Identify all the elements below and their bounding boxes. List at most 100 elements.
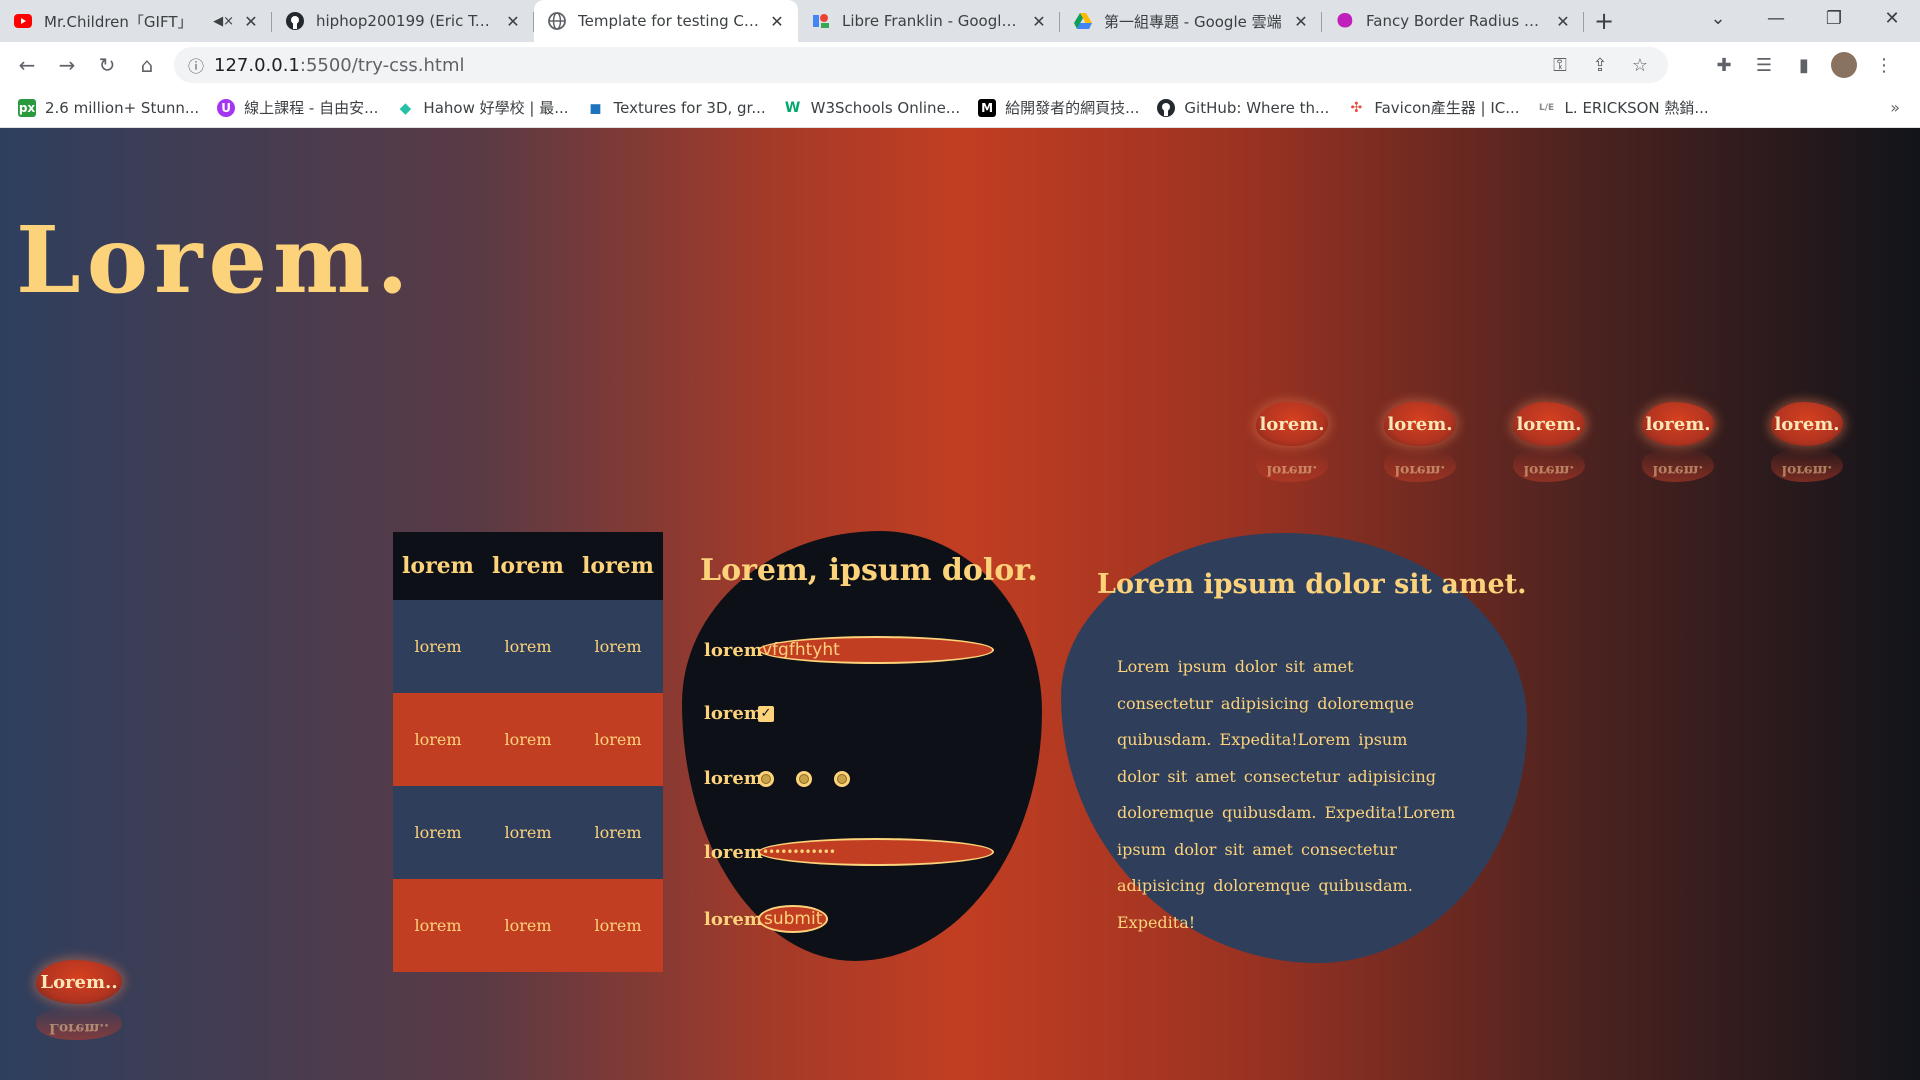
radio-button[interactable] <box>796 770 812 787</box>
checkbox-label: lorem <box>704 703 763 724</box>
minimize-button[interactable]: — <box>1748 0 1804 36</box>
pill-button[interactable]: lorem. <box>1642 402 1714 446</box>
table-cell: lorem <box>393 879 483 972</box>
tab-github[interactable]: hiphop200199 (Eric Tsai) ✕ <box>272 0 534 42</box>
mdn-icon: M <box>978 98 997 117</box>
lorem-table: lorem lorem lorem lorem lorem lorem lore… <box>393 532 663 972</box>
bookmark-item[interactable]: px 2.6 million+ Stunn... <box>18 98 199 117</box>
avatar[interactable] <box>1831 52 1857 78</box>
table-row: lorem lorem lorem <box>393 693 663 786</box>
pill-button[interactable]: Lorem.. <box>36 960 122 1004</box>
text-input[interactable]: vfgfhtyht <box>758 636 994 664</box>
bookmark-item[interactable]: ◼ Textures for 3D, gr... <box>587 99 765 117</box>
tab-search-icon[interactable]: ⌄ <box>1690 0 1746 36</box>
bookmark-item[interactable]: W W3Schools Online... <box>784 99 960 117</box>
reload-icon[interactable]: ↻ <box>87 45 127 85</box>
pill-reflection: lorem. <box>1771 448 1843 482</box>
close-icon[interactable]: ✕ <box>504 12 522 31</box>
tab-title: 第一組專題 - Google 雲端 <box>1104 12 1282 31</box>
close-icon[interactable]: ✕ <box>1292 12 1310 31</box>
home-icon[interactable]: ⌂ <box>127 45 167 85</box>
pill-reflection: lorem. <box>1642 448 1714 482</box>
table-cell: lorem <box>573 786 663 879</box>
side-panel-icon[interactable]: ▮ <box>1784 45 1824 85</box>
bookmark-item[interactable]: ◆ Hahow 好學校 | 最... <box>396 97 569 118</box>
close-icon[interactable]: ✕ <box>1554 12 1572 31</box>
w3schools-icon: W <box>784 99 801 116</box>
back-arrow-icon[interactable]: ← <box>7 45 47 85</box>
bookmark-label: GitHub: Where th... <box>1184 98 1330 117</box>
bookmark-item[interactable]: M 給開發者的網頁技... <box>978 97 1139 118</box>
password-input[interactable]: •••••••••••• <box>758 838 994 866</box>
pill-item[interactable]: lorem. lorem. <box>1256 402 1328 482</box>
bookmark-item[interactable]: L/E L. ERICKSON 熱銷... <box>1538 97 1709 118</box>
pill-button[interactable]: lorem. <box>1771 402 1843 446</box>
google-drive-icon <box>1074 12 1092 30</box>
github-icon <box>1157 98 1176 117</box>
tab-title: Libre Franklin - Google Fo <box>842 12 1022 30</box>
table-cell: lorem <box>483 879 573 972</box>
table-row: lorem lorem lorem <box>393 600 663 693</box>
pill-reflection: lorem. <box>1513 448 1585 482</box>
pill-item[interactable]: lorem. lorem. <box>1513 402 1585 482</box>
tab-template-css[interactable]: Template for testing CSS ✕ <box>534 0 798 42</box>
bottom-pill-item[interactable]: Lorem.. Lorem.. <box>36 960 122 1040</box>
table-header-row: lorem lorem lorem <box>393 532 663 600</box>
table-cell: lorem <box>483 786 573 879</box>
pill-item[interactable]: lorem. lorem. <box>1384 402 1456 482</box>
key-icon[interactable]: ⚿ <box>1540 55 1580 76</box>
udemy-icon: U <box>217 98 236 117</box>
table-header-cell: lorem <box>573 532 663 600</box>
bookmark-item[interactable]: ✣ Favicon產生器 | IC... <box>1347 97 1519 118</box>
share-icon[interactable]: ⇪ <box>1580 55 1620 76</box>
pill-item[interactable]: lorem. lorem. <box>1771 402 1843 482</box>
submit-button[interactable]: submit <box>758 905 829 933</box>
close-icon[interactable]: ✕ <box>1030 12 1048 31</box>
pill-button[interactable]: lorem. <box>1256 402 1328 446</box>
pill-button[interactable]: lorem. <box>1513 402 1585 446</box>
table-cell: lorem <box>483 600 573 693</box>
speaker-muted-icon[interactable]: ◀× <box>213 14 234 29</box>
reading-list-icon[interactable]: ☰ <box>1744 45 1784 85</box>
tab-google-drive[interactable]: 第一組專題 - Google 雲端 ✕ <box>1060 0 1322 42</box>
table-header-cell: lorem <box>393 532 483 600</box>
hero-heading: Lorem. <box>16 206 415 314</box>
github-icon <box>286 12 304 30</box>
bookmark-item[interactable]: GitHub: Where th... <box>1157 98 1330 117</box>
tab-fancy-border[interactable]: Fancy Border Radius Gene ✕ <box>1322 0 1584 42</box>
star-icon[interactable]: ☆ <box>1620 55 1660 76</box>
chevron-right-icon[interactable]: » <box>1890 98 1900 117</box>
restore-button[interactable]: ❐ <box>1806 0 1862 36</box>
checkbox-row: lorem ✓ <box>704 703 774 724</box>
radio-button[interactable] <box>834 770 850 787</box>
radio-button[interactable] <box>758 770 774 787</box>
radio-row: lorem <box>704 768 872 789</box>
table-cell: lorem <box>573 600 663 693</box>
more-menu-icon[interactable]: ⋮ <box>1864 45 1904 85</box>
bookmark-item[interactable]: U 線上課程 - 自由安... <box>217 97 378 118</box>
bookmark-label: 線上課程 - 自由安... <box>244 99 379 117</box>
site-info-icon[interactable]: ⓘ <box>178 53 214 77</box>
address-bar[interactable]: ⓘ 127.0.0.1:5500/try-css.html ⚿ ⇪ ☆ <box>174 47 1668 83</box>
table-cell: lorem <box>573 879 663 972</box>
password-row: lorem •••••••••••• <box>704 838 994 866</box>
checkbox[interactable]: ✓ <box>758 705 774 722</box>
extensions-puzzle-icon[interactable]: ✚ <box>1704 45 1744 85</box>
new-tab-button[interactable]: + <box>1584 0 1624 42</box>
pill-button[interactable]: lorem. <box>1384 402 1456 446</box>
browser-toolbar: ← → ↻ ⌂ ⓘ 127.0.0.1:5500/try-css.html ⚿ … <box>0 42 1920 88</box>
close-window-button[interactable]: ✕ <box>1864 0 1920 36</box>
forward-arrow-icon[interactable]: → <box>47 45 87 85</box>
bookmark-label: W3Schools Online... <box>810 98 961 117</box>
close-icon[interactable]: ✕ <box>768 12 786 31</box>
tab-youtube[interactable]: Mr.Children「GIFT」 ◀× ✕ <box>0 0 272 42</box>
tab-google-fonts[interactable]: Libre Franklin - Google Fo ✕ <box>798 0 1060 42</box>
paragraph-text: Lorem ipsum dolor sit amet consectetur a… <box>1117 657 1456 932</box>
url-text[interactable]: 127.0.0.1:5500/try-css.html <box>214 55 465 76</box>
pill-reflection: Lorem.. <box>36 1006 122 1040</box>
table-row: lorem lorem lorem <box>393 786 663 879</box>
pill-reflection: lorem. <box>1384 448 1456 482</box>
google-fonts-icon <box>812 12 830 30</box>
pill-item[interactable]: lorem. lorem. <box>1642 402 1714 482</box>
close-icon[interactable]: ✕ <box>242 12 260 31</box>
